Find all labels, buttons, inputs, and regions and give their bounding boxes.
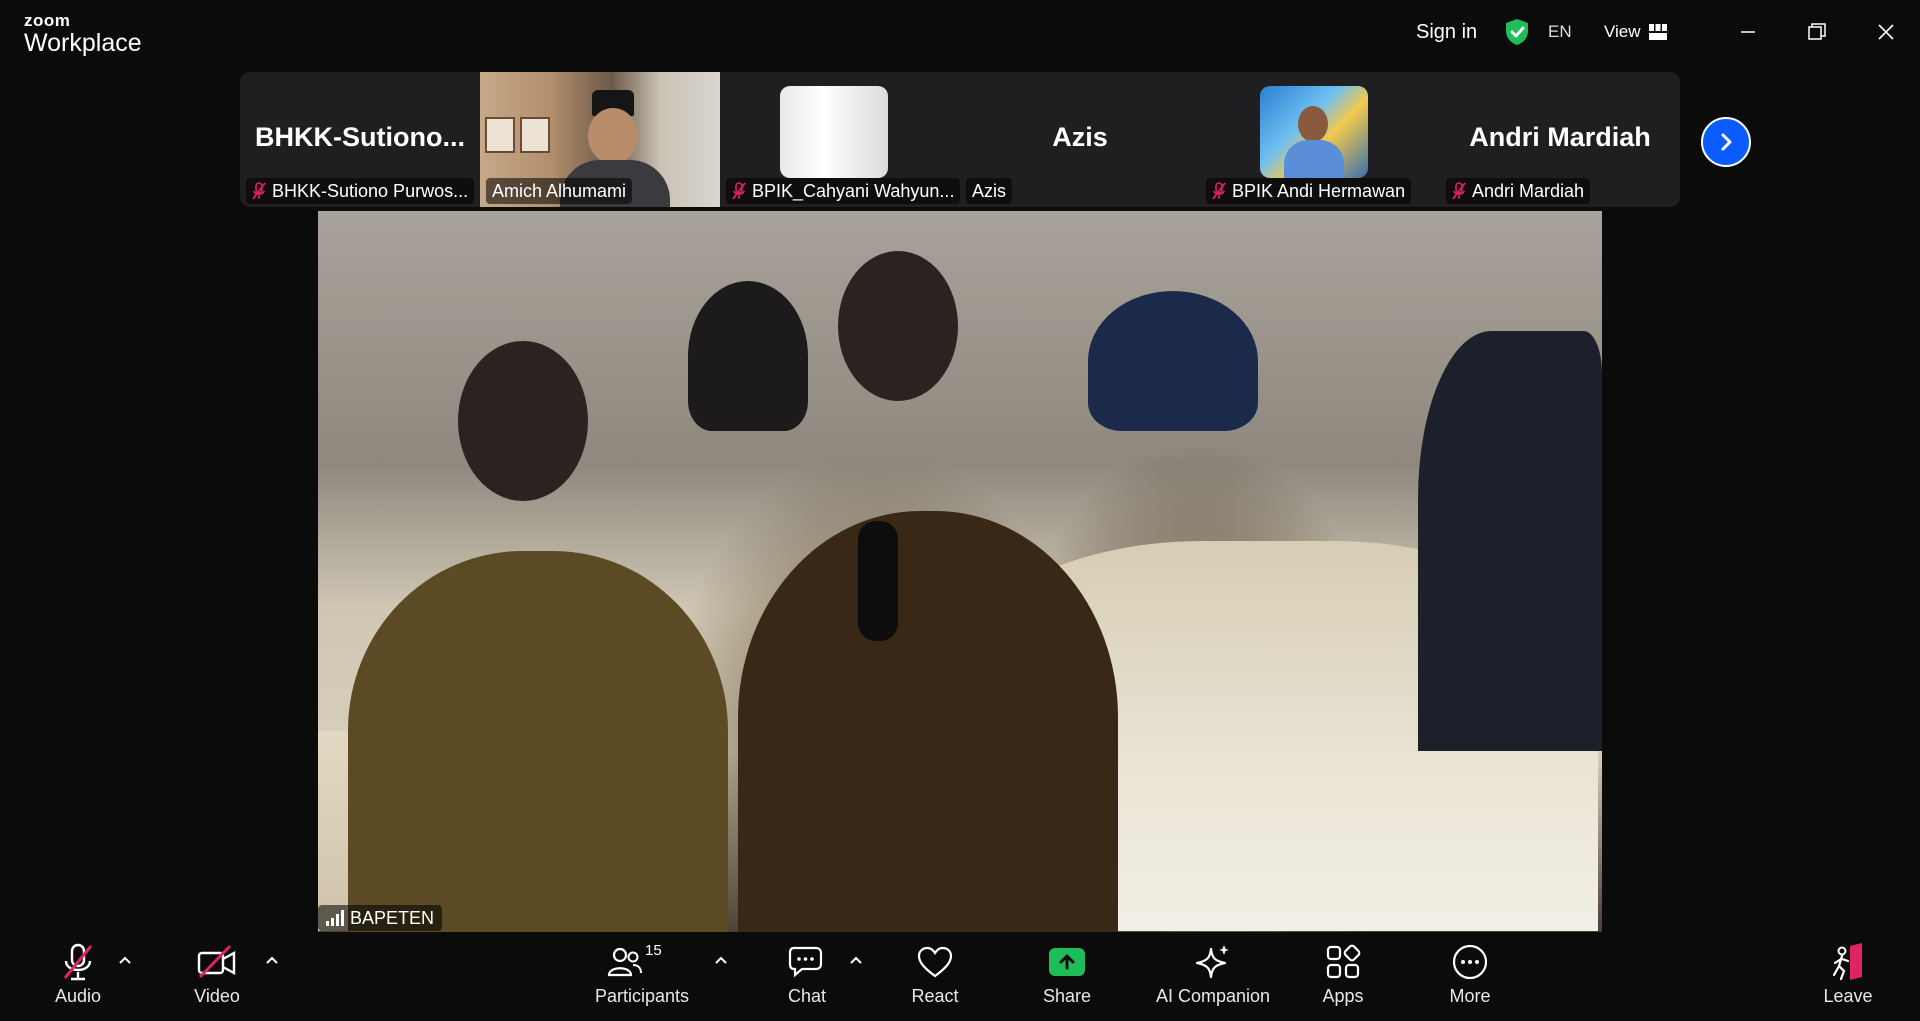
- participant-label-text: Amich Alhumami: [492, 180, 627, 201]
- participant-count: 15: [645, 942, 662, 959]
- participants-button[interactable]: 15 Participants: [590, 940, 694, 1007]
- leave-label: Leave: [1823, 986, 1873, 1006]
- video-name-text: BAPETEN: [350, 907, 435, 928]
- participants-options-chevron-up-icon[interactable]: [713, 954, 729, 966]
- participant-label: Azis: [966, 178, 1013, 204]
- participant-tile[interactable]: Azis Azis: [960, 72, 1200, 207]
- active-speaker-video[interactable]: [318, 211, 1602, 933]
- apps-label: Apps: [1322, 986, 1364, 1006]
- participant-tile[interactable]: Andri Mardiah Andri Mardiah: [1440, 72, 1680, 207]
- meeting-toolbar: Audio Video 15 Participants Chat React S…: [0, 932, 1920, 1021]
- zoom-workplace-logo: zoom Workplace: [24, 12, 142, 56]
- security-shield-icon[interactable]: [1504, 0, 1530, 64]
- participant-label: BPIK Andi Hermawan: [1206, 178, 1412, 204]
- grid-view-icon: [1648, 24, 1667, 40]
- view-button[interactable]: View: [1604, 0, 1667, 64]
- video-options-chevron-up-icon[interactable]: [264, 954, 280, 966]
- video-label: Video: [194, 986, 240, 1006]
- react-label: React: [911, 986, 959, 1006]
- participant-label: BHKK-Sutiono Purwos...: [246, 178, 475, 204]
- chat-button[interactable]: Chat: [780, 940, 834, 1007]
- title-bar: zoom Workplace Sign in EN View: [0, 0, 1920, 68]
- audio-label: Audio: [54, 986, 102, 1006]
- language-selector[interactable]: EN: [1548, 0, 1572, 64]
- participant-label: BPIK_Cahyani Wahyun...: [726, 178, 960, 204]
- next-page-button[interactable]: [1701, 117, 1751, 167]
- logo-big-text: Workplace: [24, 29, 142, 57]
- participant-display-name: BHKK-Sutiono...: [255, 122, 465, 152]
- react-button[interactable]: React: [908, 940, 962, 1007]
- audio-button[interactable]: Audio: [50, 940, 106, 1007]
- participant-label-text: BPIK_Cahyani Wahyun...: [752, 180, 955, 201]
- participant-tile[interactable]: Amich Alhumami: [480, 72, 720, 207]
- leave-door-icon: [1832, 943, 1862, 981]
- share-screen-button[interactable]: Share: [1040, 940, 1094, 1007]
- participant-tile[interactable]: BHKK-Sutiono... BHKK-Sutiono Purwos...: [240, 72, 480, 207]
- participants-icon: [607, 947, 642, 977]
- chevron-right-icon: [1721, 133, 1732, 151]
- microphone-muted-icon: [63, 943, 93, 981]
- view-label: View: [1604, 22, 1641, 41]
- more-button[interactable]: More: [1442, 940, 1498, 1007]
- sparkle-icon: [1195, 945, 1229, 979]
- ai-companion-label: AI Companion: [1155, 986, 1271, 1006]
- participant-label-text: Azis: [972, 180, 1007, 201]
- share-label: Share: [1042, 986, 1092, 1006]
- signal-strength-icon: [326, 910, 344, 926]
- restore-window-icon[interactable]: [1797, 14, 1837, 50]
- close-window-icon[interactable]: [1866, 14, 1906, 50]
- apps-grid-icon: [1326, 944, 1361, 979]
- minimize-window-icon[interactable]: [1728, 14, 1768, 50]
- participant-label-text: Andri Mardiah: [1472, 180, 1585, 201]
- video-camera-off-icon: [197, 944, 236, 979]
- participant-display-name: Andri Mardiah: [1469, 122, 1651, 152]
- sign-in-button[interactable]: Sign in: [1416, 0, 1477, 64]
- chat-options-chevron-up-icon[interactable]: [848, 954, 864, 966]
- video-name-label: BAPETEN: [318, 905, 443, 931]
- more-label: More: [1449, 986, 1491, 1006]
- chat-label: Chat: [787, 986, 827, 1006]
- participant-label: Amich Alhumami: [486, 178, 633, 204]
- participant-display-name: Azis: [1052, 122, 1108, 152]
- share-arrow-icon: [1049, 948, 1085, 976]
- leave-meeting-button[interactable]: Leave: [1820, 940, 1876, 1007]
- participant-tile[interactable]: BPIK Andi Hermawan: [1200, 72, 1440, 207]
- mic-muted-icon: [252, 182, 266, 200]
- participant-avatar: [780, 86, 888, 178]
- chat-bubble-icon: [788, 946, 823, 978]
- participant-label-text: BHKK-Sutiono Purwos...: [272, 180, 469, 201]
- logo-small-text: zoom: [24, 11, 71, 30]
- participants-label: Participants: [594, 986, 690, 1006]
- participant-label: Andri Mardiah: [1446, 178, 1591, 204]
- mic-muted-icon: [1212, 182, 1226, 200]
- participant-strip: BHKK-Sutiono... BHKK-Sutiono Purwos... A…: [240, 72, 1680, 207]
- ai-companion-button[interactable]: AI Companion: [1150, 940, 1276, 1007]
- more-dots-icon: [1452, 944, 1488, 980]
- participant-tile[interactable]: BPIK_Cahyani Wahyun...: [720, 72, 960, 207]
- mic-muted-icon: [1452, 182, 1466, 200]
- audio-options-chevron-up-icon[interactable]: [117, 954, 133, 966]
- participant-avatar: [1260, 86, 1368, 178]
- video-button[interactable]: Video: [189, 940, 245, 1007]
- heart-icon: [917, 946, 953, 978]
- mic-muted-icon: [732, 182, 746, 200]
- apps-button[interactable]: Apps: [1316, 940, 1370, 1007]
- participant-label-text: BPIK Andi Hermawan: [1232, 180, 1406, 201]
